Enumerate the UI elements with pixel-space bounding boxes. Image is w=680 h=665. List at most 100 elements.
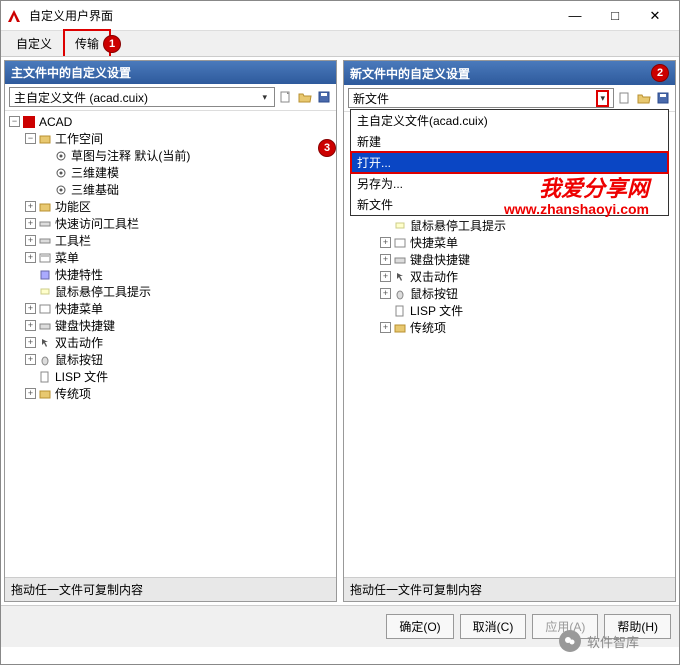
expander-icon[interactable]: − bbox=[9, 116, 20, 127]
left-file-dropdown[interactable]: 主自定义文件 (acad.cuix) ▾ bbox=[9, 87, 275, 107]
tooltip-icon bbox=[393, 219, 407, 233]
expander-icon[interactable]: + bbox=[380, 322, 391, 333]
left-toolbar: 主自定义文件 (acad.cuix) ▾ bbox=[5, 84, 336, 111]
tree-node[interactable]: LISP 文件 bbox=[344, 302, 675, 319]
left-panel-header: 主文件中的自定义设置 bbox=[5, 61, 336, 84]
expander-icon[interactable]: + bbox=[25, 235, 36, 246]
right-toolbar: 新文件 ▾ bbox=[344, 85, 675, 112]
expander-icon[interactable]: + bbox=[380, 288, 391, 299]
expander-icon[interactable]: + bbox=[25, 337, 36, 348]
mouse-icon bbox=[38, 353, 52, 367]
dd-item-open[interactable]: 打开... bbox=[350, 151, 669, 174]
tree-node[interactable]: +传统项 bbox=[344, 319, 675, 336]
chevron-down-icon: ▾ bbox=[259, 92, 270, 103]
tree-node-ws2[interactable]: 三维建模 bbox=[5, 164, 336, 181]
menu-icon bbox=[38, 251, 52, 265]
tree-node-ws3[interactable]: 三维基础 bbox=[5, 181, 336, 198]
tree-node-workspace[interactable]: −工作空间 bbox=[5, 130, 336, 147]
apply-button[interactable]: 应用(A) bbox=[532, 614, 598, 639]
callout-2: 2 bbox=[651, 64, 669, 82]
gear-icon bbox=[54, 149, 68, 163]
tree-node[interactable]: +快速访问工具栏 bbox=[5, 215, 336, 232]
cancel-button[interactable]: 取消(C) bbox=[460, 614, 527, 639]
panels-container: 主文件中的自定义设置 主自定义文件 (acad.cuix) ▾ −ACAD −工… bbox=[1, 57, 679, 605]
keyboard-icon bbox=[393, 253, 407, 267]
minimize-button[interactable]: — bbox=[555, 2, 595, 30]
dialog-buttons: 确定(O) 取消(C) 应用(A) 帮助(H) bbox=[1, 605, 679, 647]
maximize-button[interactable]: □ bbox=[595, 2, 635, 30]
left-panel-footer: 拖动任一文件可复制内容 bbox=[5, 577, 336, 601]
save-icon[interactable] bbox=[655, 90, 671, 106]
tree-node[interactable]: +双击动作 bbox=[5, 334, 336, 351]
expander-icon[interactable]: + bbox=[380, 254, 391, 265]
open-folder-icon[interactable] bbox=[636, 90, 652, 106]
callout-1: 1 bbox=[103, 35, 121, 53]
right-panel-footer: 拖动任一文件可复制内容 bbox=[344, 577, 675, 601]
expander-icon[interactable]: + bbox=[380, 271, 391, 282]
toolbar-icon bbox=[38, 234, 52, 248]
expander-icon[interactable]: + bbox=[25, 320, 36, 331]
callout-3: 3 bbox=[318, 139, 336, 157]
expander-icon[interactable]: + bbox=[25, 354, 36, 365]
tree-node-ws1[interactable]: 草图与注释 默认(当前) bbox=[5, 147, 336, 164]
expander-icon[interactable]: + bbox=[25, 303, 36, 314]
tree-node[interactable]: +工具栏 bbox=[5, 232, 336, 249]
menu-icon bbox=[38, 302, 52, 316]
expander-icon[interactable]: − bbox=[25, 133, 36, 144]
expander-icon[interactable]: + bbox=[25, 201, 36, 212]
tree-node[interactable]: +功能区 bbox=[5, 198, 336, 215]
lisp-icon bbox=[38, 370, 52, 384]
gear-icon bbox=[54, 166, 68, 180]
folder-icon bbox=[38, 132, 52, 146]
right-panel-header: 新文件中的自定义设置 2 bbox=[344, 61, 675, 85]
new-file-icon[interactable] bbox=[617, 90, 633, 106]
ok-button[interactable]: 确定(O) bbox=[386, 614, 453, 639]
tooltip-icon bbox=[38, 285, 52, 299]
right-dropdown-value: 新文件 bbox=[353, 90, 389, 107]
gear-icon bbox=[54, 183, 68, 197]
folder-icon bbox=[393, 321, 407, 335]
tree-node[interactable]: +传统项 bbox=[5, 385, 336, 402]
left-tree[interactable]: −ACAD −工作空间 草图与注释 默认(当前) 三维建模 三维基础 +功能区 … bbox=[5, 111, 336, 577]
toolbar-icon bbox=[38, 217, 52, 231]
dd-item-main[interactable]: 主自定义文件(acad.cuix) bbox=[351, 110, 668, 131]
folder-icon bbox=[38, 387, 52, 401]
right-panel: 新文件中的自定义设置 2 新文件 ▾ 主自定义文件(acad.cuix) 新建 … bbox=[343, 60, 676, 602]
new-file-icon[interactable] bbox=[278, 89, 294, 105]
close-button[interactable]: ✕ bbox=[635, 2, 675, 30]
tree-node[interactable]: +键盘快捷键 bbox=[344, 251, 675, 268]
dd-item-new[interactable]: 新建 bbox=[351, 131, 668, 152]
doubleclick-icon bbox=[393, 270, 407, 284]
expander-icon[interactable]: + bbox=[25, 388, 36, 399]
tree-node[interactable]: +菜单 bbox=[5, 249, 336, 266]
tree-node[interactable]: LISP 文件 bbox=[5, 368, 336, 385]
tree-node[interactable]: +鼠标按钮 bbox=[344, 285, 675, 302]
tree-node[interactable]: +双击动作 bbox=[344, 268, 675, 285]
tree-node[interactable]: +快捷菜单 bbox=[5, 300, 336, 317]
tree-node[interactable]: +键盘快捷键 bbox=[5, 317, 336, 334]
tree-node[interactable]: +快捷菜单 bbox=[344, 234, 675, 251]
keyboard-icon bbox=[38, 319, 52, 333]
help-button[interactable]: 帮助(H) bbox=[604, 614, 671, 639]
right-file-dropdown[interactable]: 新文件 ▾ bbox=[348, 88, 614, 108]
save-icon[interactable] bbox=[316, 89, 332, 105]
app-logo-icon bbox=[5, 7, 23, 25]
doubleclick-icon bbox=[38, 336, 52, 350]
lisp-icon bbox=[393, 304, 407, 318]
dd-item-newfile[interactable]: 新文件 bbox=[351, 194, 668, 215]
tab-customize[interactable]: 自定义 bbox=[5, 30, 63, 56]
tree-node[interactable]: 快捷特性 bbox=[5, 266, 336, 283]
tree-node[interactable]: +鼠标按钮 bbox=[5, 351, 336, 368]
open-folder-icon[interactable] bbox=[297, 89, 313, 105]
tree-node[interactable]: 鼠标悬停工具提示 bbox=[344, 217, 675, 234]
expander-icon[interactable]: + bbox=[380, 237, 391, 248]
tree-node[interactable]: 鼠标悬停工具提示 bbox=[5, 283, 336, 300]
expander-icon[interactable]: + bbox=[25, 218, 36, 229]
expander-icon[interactable]: + bbox=[25, 252, 36, 263]
dropdown-list[interactable]: 主自定义文件(acad.cuix) 新建 打开... 另存为... 新文件 bbox=[350, 109, 669, 216]
left-panel: 主文件中的自定义设置 主自定义文件 (acad.cuix) ▾ −ACAD −工… bbox=[4, 60, 337, 602]
chevron-down-icon[interactable]: ▾ bbox=[596, 90, 609, 107]
tab-bar: 自定义 传输 1 bbox=[1, 31, 679, 57]
dd-item-saveas[interactable]: 另存为... bbox=[351, 173, 668, 194]
tree-node-root[interactable]: −ACAD bbox=[5, 113, 336, 130]
